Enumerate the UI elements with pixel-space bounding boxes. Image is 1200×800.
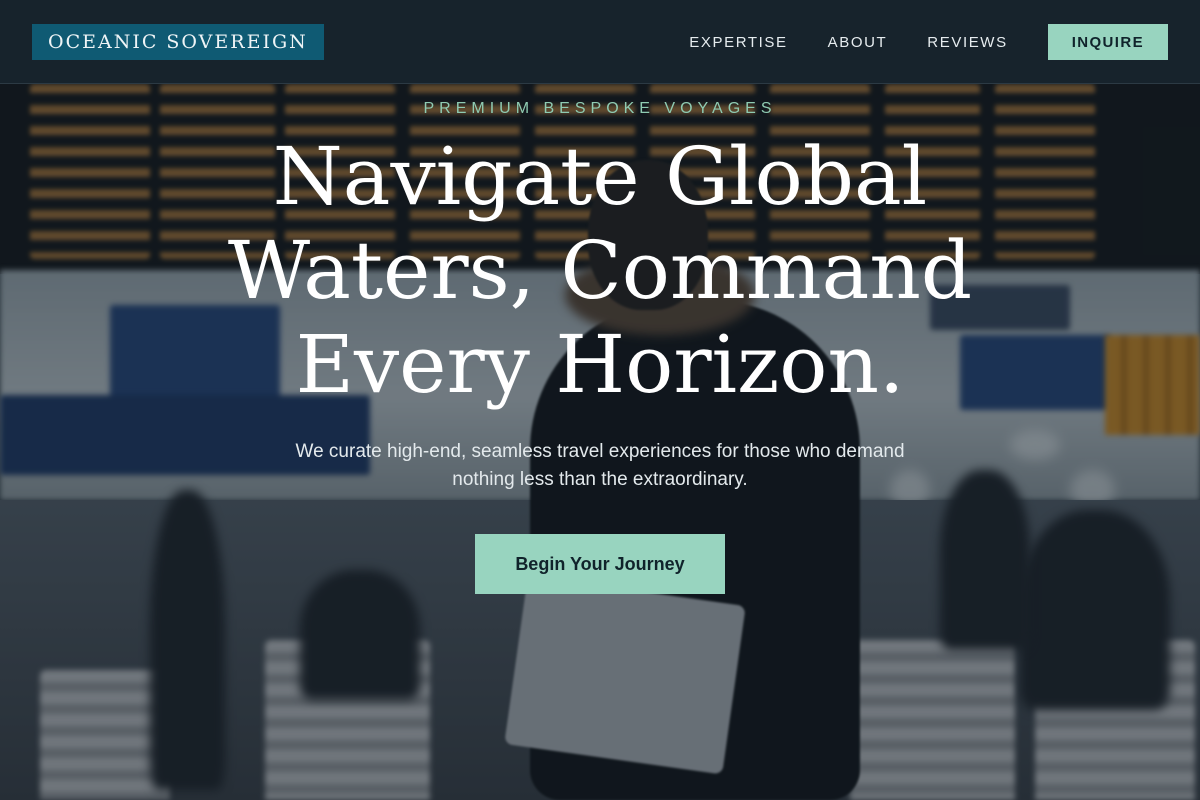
begin-journey-button[interactable]: Begin Your Journey	[475, 534, 725, 594]
inquire-button[interactable]: INQUIRE	[1047, 24, 1168, 60]
hero-section: OCEANIC SOVEREIGN EXPERTISE ABOUT REVIEW…	[0, 0, 1200, 800]
brand-logo[interactable]: OCEANIC SOVEREIGN	[32, 24, 324, 60]
nav-link-reviews[interactable]: REVIEWS	[927, 34, 1007, 51]
hero-headline: Navigate Global Waters, Command Every Ho…	[227, 130, 973, 411]
nav-link-about[interactable]: ABOUT	[828, 34, 888, 51]
nav-link-expertise[interactable]: EXPERTISE	[689, 34, 787, 51]
hero-eyebrow: PREMIUM BESPOKE VOYAGES	[423, 100, 777, 117]
hero-subtext: We curate high-end, seamless travel expe…	[295, 441, 905, 490]
hero-content: PREMIUM BESPOKE VOYAGES Navigate Global …	[0, 84, 1200, 594]
main-nav: EXPERTISE ABOUT REVIEWS INQUIRE	[689, 24, 1168, 60]
site-header: OCEANIC SOVEREIGN EXPERTISE ABOUT REVIEW…	[0, 0, 1200, 84]
